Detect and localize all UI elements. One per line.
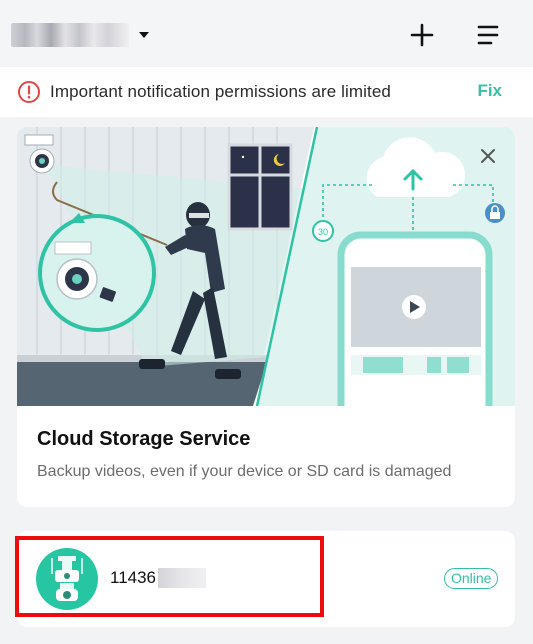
cloud-card-title: Cloud Storage Service bbox=[37, 428, 251, 450]
cloud-storage-card[interactable]: 30 Cloud Storage Service Backup videos, … bbox=[17, 127, 515, 507]
home-name-redacted bbox=[11, 23, 129, 47]
cloud-storage-illustration: 30 bbox=[17, 127, 515, 406]
fix-link[interactable]: Fix bbox=[477, 81, 502, 101]
notice-text: Important notification permissions are l… bbox=[50, 82, 391, 101]
cloud-card-description: Backup videos, even if your device or SD… bbox=[37, 463, 452, 480]
top-bar bbox=[0, 0, 533, 66]
alert-circle-icon bbox=[18, 81, 40, 103]
home-selector[interactable] bbox=[11, 22, 149, 48]
menu-button[interactable] bbox=[473, 20, 503, 50]
selection-highlight bbox=[15, 536, 324, 617]
close-icon[interactable] bbox=[479, 147, 497, 165]
rewind-badge: 30 bbox=[318, 227, 328, 237]
status-badge: Online bbox=[444, 568, 499, 589]
plus-icon bbox=[410, 23, 434, 47]
caret-down-icon bbox=[139, 32, 149, 38]
menu-icon bbox=[477, 25, 499, 45]
notification-permission-banner[interactable]: Important notification permissions are l… bbox=[0, 67, 533, 117]
add-button[interactable] bbox=[407, 20, 437, 50]
